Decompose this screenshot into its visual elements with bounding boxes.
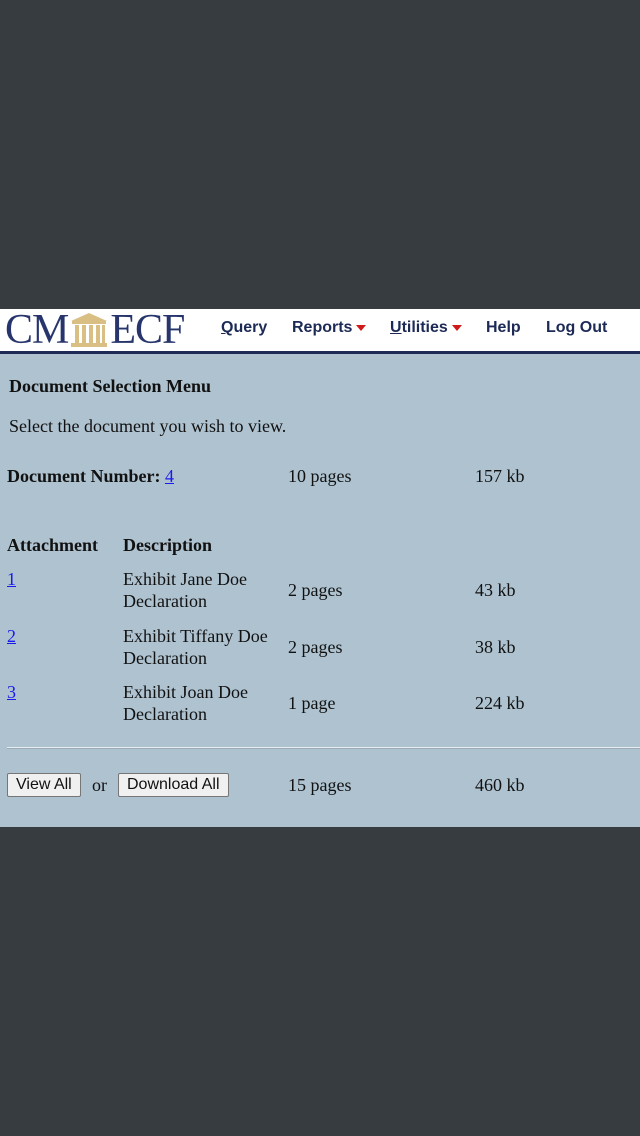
nav-reports-label: Reports: [292, 319, 353, 336]
document-pages: 10 pages: [288, 466, 352, 486]
attachment-description-2: Exhibit Tiffany Doe Declaration: [123, 626, 268, 668]
caret-down-icon: [356, 324, 367, 331]
nav-logout[interactable]: Log Out: [546, 319, 607, 337]
attachment-size-1: 43 kb: [475, 580, 516, 600]
download-all-button[interactable]: Download All: [118, 773, 229, 797]
instruction-text: Select the document you wish to view.: [9, 416, 287, 436]
nav-help[interactable]: Help: [486, 319, 521, 337]
nav-utilities-accesskey: U: [390, 319, 402, 336]
view-all-button[interactable]: View All: [7, 773, 81, 797]
nav-utilities[interactable]: Utilities: [390, 319, 462, 337]
attachment-pages-2: 2 pages: [288, 637, 343, 657]
attachment-description-3: Exhibit Joan Doe Declaration: [123, 682, 248, 724]
nav-query-accesskey: Q: [221, 319, 234, 336]
logo-text-right: ECF: [110, 307, 185, 353]
header-bar: CM ECF Query Reports Utilities Help Log …: [0, 309, 640, 354]
document-size: 157 kb: [475, 466, 525, 486]
nav-query[interactable]: Query: [221, 319, 267, 337]
nav-query-rest: uery: [233, 319, 268, 336]
total-size: 460 kb: [475, 775, 525, 795]
attachment-link-3[interactable]: 3: [7, 682, 16, 703]
document-selection-panel: Document Selection Menu Select the docum…: [0, 354, 640, 827]
document-number-row: Document Number: 4: [7, 466, 174, 487]
caret-down-icon: [451, 324, 462, 331]
attachment-link-2[interactable]: 2: [7, 626, 16, 647]
page-title: Document Selection Menu: [9, 376, 211, 396]
attachment-pages-3: 1 page: [288, 693, 336, 713]
total-pages: 15 pages: [288, 775, 352, 795]
nav-reports[interactable]: Reports: [292, 319, 367, 337]
attachment-size-3: 224 kb: [475, 693, 525, 713]
courthouse-icon: [71, 313, 108, 347]
cmecf-logo[interactable]: CM ECF: [5, 307, 185, 353]
document-number-label: Document Number:: [7, 466, 161, 486]
attachment-size-2: 38 kb: [475, 637, 516, 657]
divider: [7, 747, 640, 749]
logo-text-left: CM: [5, 307, 69, 353]
attachment-link-1[interactable]: 1: [7, 569, 16, 590]
column-header-description: Description: [123, 535, 212, 555]
nav-utilities-rest: tilities: [401, 319, 448, 336]
screen: CM ECF Query Reports Utilities Help Log …: [0, 0, 640, 1136]
attachment-pages-1: 2 pages: [288, 580, 343, 600]
column-header-attachment: Attachment: [7, 535, 98, 555]
document-link[interactable]: 4: [165, 466, 174, 486]
attachment-description-1: Exhibit Jane Doe Declaration: [123, 569, 247, 611]
or-text: or: [92, 775, 107, 795]
